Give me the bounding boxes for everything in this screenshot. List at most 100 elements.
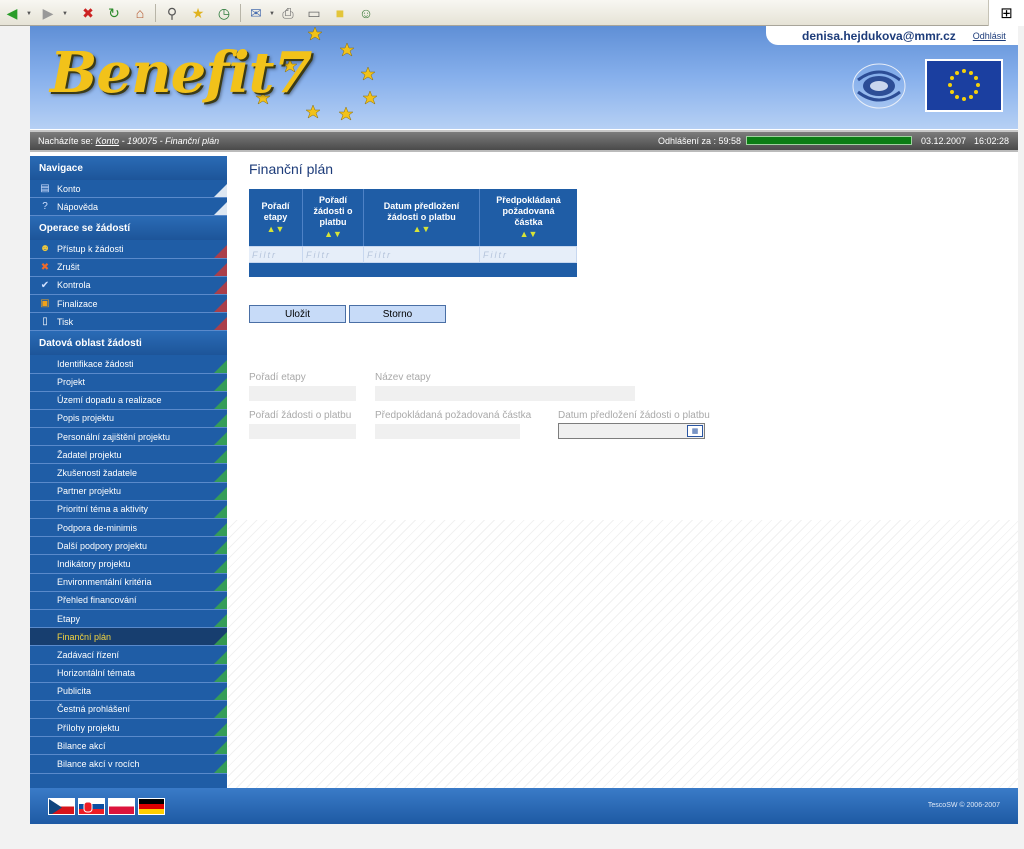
- sidebar-item-data-area[interactable]: Další podpory projektu: [30, 537, 227, 556]
- main-content: Finanční plán Pořadí etapy ▲▼ Pořadí žád…: [228, 156, 1018, 788]
- sort-icon[interactable]: ▲▼: [267, 224, 285, 235]
- sidebar-item-label: Žadatel projektu: [57, 449, 122, 460]
- sidebar-item-data-area[interactable]: Projekt: [30, 373, 227, 392]
- sidebar-item-napoveda[interactable]: ? Nápověda: [30, 198, 227, 217]
- sidebar-item-pristup[interactable]: ☻ Přístup k žádosti: [30, 240, 227, 259]
- sort-icon[interactable]: ▲▼: [324, 229, 342, 240]
- forward-icon[interactable]: ▶: [38, 3, 58, 23]
- back-dropdown-icon[interactable]: ▼: [26, 11, 32, 17]
- logout-timer: Odhlášení za : 59:58: [658, 136, 742, 146]
- flag-de-icon[interactable]: [138, 798, 165, 815]
- save-button[interactable]: Uložit: [249, 305, 346, 323]
- stage-name-label: Název etapy: [375, 372, 431, 383]
- sidebar-item-label: Konto: [57, 183, 81, 194]
- browser-toolbar: ◀ ▼ ▶ ▼ ✖ ↻ ⌂ ⚲ ★ ◷ ✉ ▼ ⎙ ▭ ■ ☺ ⊞: [0, 0, 1024, 26]
- financial-plan-grid: Pořadí etapy ▲▼ Pořadí žádosti o platbu …: [249, 189, 577, 277]
- expected-amount-field[interactable]: [375, 424, 520, 439]
- sidebar-item-label: Čestná prohlášení: [57, 704, 131, 715]
- flag-sk-icon[interactable]: [78, 798, 105, 815]
- sidebar-item-tisk[interactable]: ▯ Tisk: [30, 313, 227, 332]
- sidebar-item-data-area[interactable]: Finanční plán: [30, 628, 227, 647]
- flag-cs-icon[interactable]: [48, 798, 75, 815]
- main-background-pattern: [228, 520, 1018, 788]
- sidebar-item-data-area[interactable]: Bilance akcí: [30, 737, 227, 756]
- user-email: denisa.hejdukova@mmr.cz: [802, 28, 956, 43]
- sidebar-heading-operations: Operace se žádostí: [30, 216, 227, 241]
- sidebar-item-label: Prioritní téma a aktivity: [57, 504, 149, 515]
- sidebar-item-data-area[interactable]: Přehled financování: [30, 591, 227, 610]
- grid-filter-row: Filtr Filtr Filtr Filtr: [249, 246, 577, 263]
- sidebar-item-data-area[interactable]: Identifikace žádosti: [30, 355, 227, 374]
- sidebar-item-label: Partner projektu: [57, 486, 122, 497]
- sidebar-item-data-area[interactable]: Prioritní téma a aktivity: [30, 500, 227, 519]
- forward-dropdown-icon[interactable]: ▼: [62, 11, 68, 17]
- sidebar-item-label: Přístup k žádosti: [57, 243, 124, 254]
- sidebar-item-zrusit[interactable]: ✖ Zrušit: [30, 258, 227, 277]
- sidebar-item-data-area[interactable]: Zkušenosti žadatele: [30, 464, 227, 483]
- cancel-icon: ✖: [40, 261, 50, 273]
- sidebar-item-data-area[interactable]: Bilance akcí v rocích: [30, 755, 227, 774]
- sidebar-item-data-area[interactable]: Přílohy projektu: [30, 719, 227, 738]
- sidebar-item-data-area[interactable]: Partner projektu: [30, 482, 227, 501]
- submission-date-field[interactable]: ▦: [558, 423, 705, 439]
- sidebar-item-data-area[interactable]: Čestná prohlášení: [30, 700, 227, 720]
- edit-icon[interactable]: ▭: [304, 3, 324, 23]
- back-icon[interactable]: ◀: [2, 3, 22, 23]
- grid-col-submission-date[interactable]: Datum předložení žádosti o platbu ▲▼: [364, 189, 480, 246]
- mail-dropdown-icon[interactable]: ▼: [269, 11, 275, 17]
- user-box: denisa.hejdukova@mmr.cz Odhlásit: [766, 26, 1018, 45]
- grid-col-expected-amount[interactable]: Předpokládaná požadovaná částka ▲▼: [480, 189, 577, 246]
- sidebar-item-label: Kontrola: [57, 280, 91, 291]
- page: Benefit7 denisa.hejdukova@mmr.cz Odhlási…: [30, 26, 1018, 824]
- sidebar-item-label: Nápověda: [57, 201, 99, 212]
- stage-order-field[interactable]: [249, 386, 356, 401]
- favorites-icon[interactable]: ★: [188, 3, 208, 23]
- eu-flag-icon: [925, 59, 1003, 112]
- sidebar-item-label: Projekt: [57, 377, 86, 388]
- discuss-icon[interactable]: ■: [330, 3, 350, 23]
- search-icon[interactable]: ⚲: [162, 3, 182, 23]
- sidebar-item-data-area[interactable]: Etapy: [30, 609, 227, 629]
- sidebar-heading-data-area: Datová oblast žádosti: [30, 331, 227, 356]
- grid-header: Pořadí etapy ▲▼ Pořadí žádosti o platbu …: [249, 189, 577, 246]
- refresh-icon[interactable]: ↻: [104, 3, 124, 23]
- calendar-icon[interactable]: ▦: [687, 425, 703, 437]
- sidebar-item-data-area[interactable]: Personální zajištění projektu: [30, 428, 227, 447]
- payment-order-field[interactable]: [249, 424, 356, 439]
- breadcrumb-konto-link[interactable]: Konto: [96, 136, 120, 146]
- sidebar-item-konto[interactable]: ▤ Konto: [30, 180, 227, 199]
- home-icon[interactable]: ⌂: [130, 3, 150, 23]
- ministry-logo-icon: [852, 63, 906, 109]
- logout-link[interactable]: Odhlásit: [973, 31, 1006, 41]
- sidebar-item-data-area[interactable]: Zadávací řízení: [30, 646, 227, 665]
- sidebar-item-data-area[interactable]: Environmentální kritéria: [30, 573, 227, 592]
- sort-icon[interactable]: ▲▼: [520, 229, 538, 240]
- sidebar-item-data-area[interactable]: Žadatel projektu: [30, 446, 227, 465]
- filter-input-expected-amount[interactable]: Filtr: [480, 247, 576, 262]
- sidebar-item-data-area[interactable]: Publicita: [30, 682, 227, 701]
- breadcrumb: Nacházíte se: Konto - 190075 - Finanční …: [38, 136, 219, 146]
- sort-icon[interactable]: ▲▼: [413, 224, 431, 235]
- sidebar-item-finalizace[interactable]: ▣ Finalizace: [30, 294, 227, 314]
- print-icon[interactable]: ⎙: [278, 3, 298, 23]
- history-icon[interactable]: ◷: [214, 3, 234, 23]
- filter-input-submission-date[interactable]: Filtr: [364, 247, 479, 262]
- messenger-icon[interactable]: ☺: [356, 3, 376, 23]
- grid-col-payment-order[interactable]: Pořadí žádosti o platbu ▲▼: [303, 189, 364, 246]
- sidebar-item-data-area[interactable]: Indikátory projektu: [30, 555, 227, 574]
- copyright-text: TescoSW © 2006-2007: [927, 802, 1000, 809]
- sidebar-item-kontrola[interactable]: ✔ Kontrola: [30, 276, 227, 295]
- filter-input-payment-order[interactable]: Filtr: [303, 247, 363, 262]
- sidebar-item-data-area[interactable]: Území dopadu a realizace: [30, 391, 227, 410]
- stop-icon[interactable]: ✖: [78, 3, 98, 23]
- grid-col-stage-order[interactable]: Pořadí etapy ▲▼: [249, 189, 303, 246]
- cancel-button[interactable]: Storno: [349, 305, 446, 323]
- sidebar-item-data-area[interactable]: Popis projektu: [30, 409, 227, 429]
- sidebar-item-data-area[interactable]: Podpora de-minimis: [30, 519, 227, 538]
- windows-logo-icon: ⊞: [988, 0, 1024, 26]
- sidebar-item-data-area[interactable]: Horizontální témata: [30, 664, 227, 683]
- mail-icon[interactable]: ✉: [246, 3, 266, 23]
- stage-name-field[interactable]: [375, 386, 635, 401]
- filter-input-stage-order[interactable]: Filtr: [249, 247, 302, 262]
- flag-pl-icon[interactable]: [108, 798, 135, 815]
